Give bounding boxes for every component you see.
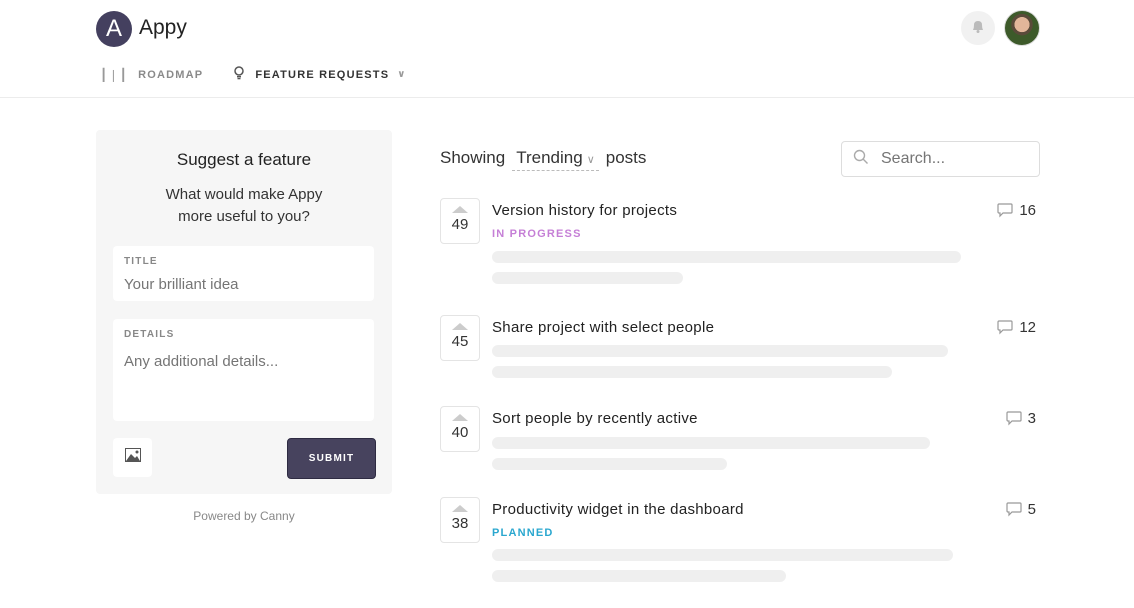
search-icon <box>853 149 869 170</box>
upvote-button[interactable]: 40 <box>440 406 480 452</box>
chevron-down-icon: ∨ <box>397 69 407 80</box>
upvote-arrow-icon <box>452 206 468 213</box>
sort-value: Trending <box>516 148 583 167</box>
notifications-button[interactable] <box>961 11 995 45</box>
search-box[interactable] <box>841 141 1040 177</box>
description-placeholder <box>492 570 786 582</box>
comment-count[interactable]: 3 <box>1006 410 1036 427</box>
description-placeholder <box>492 272 683 284</box>
comment-count[interactable]: 12 <box>997 319 1036 336</box>
roadmap-icon: ┃❘┃ <box>100 67 129 82</box>
upvote-button[interactable]: 45 <box>440 315 480 361</box>
comment-count-value: 5 <box>1027 501 1036 518</box>
user-avatar[interactable] <box>1004 10 1040 46</box>
header: A Appy ┃❘┃ ROADMAP FEATURE REQUESTS ∨ <box>0 0 1134 98</box>
description-placeholder <box>492 366 892 378</box>
comment-count-value: 3 <box>1027 410 1036 427</box>
comment-count-value: 16 <box>1019 202 1036 219</box>
title-input[interactable] <box>124 276 364 293</box>
upvote-arrow-icon <box>452 505 468 512</box>
details-label: DETAILS <box>124 329 175 340</box>
description-placeholder <box>492 437 930 449</box>
post-title[interactable]: Share project with select people <box>492 319 714 336</box>
nav-feature-requests-label: FEATURE REQUESTS <box>255 68 390 81</box>
description-placeholder <box>492 549 953 561</box>
comment-icon <box>997 320 1013 335</box>
vote-count: 38 <box>451 515 469 532</box>
post-title[interactable]: Version history for projects <box>492 202 677 219</box>
upvote-button[interactable]: 49 <box>440 198 480 244</box>
comment-count[interactable]: 5 <box>1006 501 1036 518</box>
vote-count: 45 <box>451 333 469 350</box>
nav-roadmap-label: ROADMAP <box>138 68 204 81</box>
posts-label: posts <box>605 148 647 167</box>
comment-icon <box>1006 502 1022 517</box>
sort-dropdown[interactable]: Trending ∨ <box>512 148 599 171</box>
showing-label: Showing <box>440 148 506 167</box>
chevron-down-icon: ∨ <box>586 154 595 166</box>
suggest-subtitle-line1: What would make Appy <box>165 186 323 203</box>
post-title[interactable]: Sort people by recently active <box>492 410 698 427</box>
description-placeholder <box>492 251 961 263</box>
app-name[interactable]: Appy <box>139 16 187 40</box>
comment-icon <box>997 203 1013 218</box>
suggest-subtitle: What would make Appy more useful to you? <box>96 184 392 228</box>
upvote-button[interactable]: 38 <box>440 497 480 543</box>
attach-image-button[interactable] <box>113 438 152 477</box>
sort-header: Showing Trending ∨ posts <box>440 148 646 171</box>
app-logo[interactable]: A <box>96 11 132 47</box>
lightbulb-icon <box>233 66 245 83</box>
search-input[interactable] <box>881 150 1021 168</box>
description-placeholder <box>492 345 948 357</box>
nav-roadmap[interactable]: ┃❘┃ ROADMAP <box>100 68 203 82</box>
upvote-arrow-icon <box>452 323 468 330</box>
vote-count: 49 <box>451 216 469 233</box>
powered-by-link[interactable]: Powered by Canny <box>96 509 392 523</box>
suggest-title: Suggest a feature <box>176 150 312 169</box>
comment-count-value: 12 <box>1019 319 1036 336</box>
nav-feature-requests[interactable]: FEATURE REQUESTS ∨ <box>233 66 406 83</box>
title-field[interactable]: TITLE <box>113 246 374 301</box>
image-icon <box>124 448 141 467</box>
comment-count[interactable]: 16 <box>997 202 1036 219</box>
bell-icon <box>970 18 986 39</box>
post-title[interactable]: Productivity widget in the dashboard <box>492 501 744 518</box>
status-badge: PLANNED <box>492 527 554 539</box>
details-input[interactable] <box>124 353 364 413</box>
title-label: TITLE <box>124 256 158 267</box>
suggest-subtitle-line2: more useful to you? <box>178 208 310 225</box>
submit-button[interactable]: SUBMIT <box>287 438 376 479</box>
details-field[interactable]: DETAILS <box>113 319 374 421</box>
description-placeholder <box>492 458 727 470</box>
status-badge: IN PROGRESS <box>492 228 582 240</box>
suggest-feature-panel: Suggest a feature What would make Appy m… <box>96 130 392 494</box>
comment-icon <box>1006 411 1022 426</box>
upvote-arrow-icon <box>452 414 468 421</box>
vote-count: 40 <box>451 424 469 441</box>
main-nav: ┃❘┃ ROADMAP FEATURE REQUESTS ∨ <box>100 66 437 83</box>
